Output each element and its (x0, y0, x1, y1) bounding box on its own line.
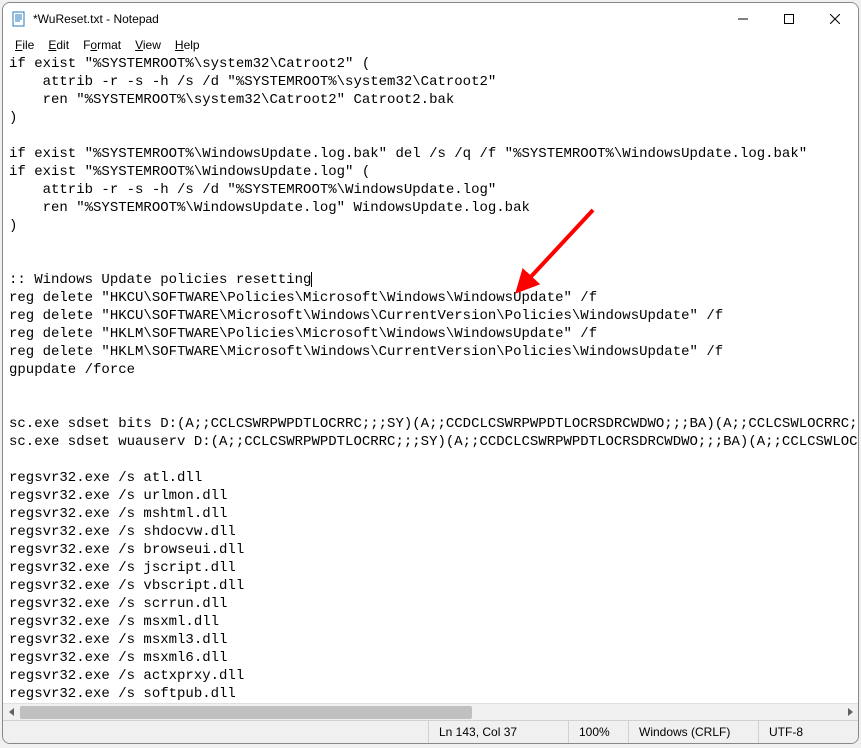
scrollbar-thumb[interactable] (20, 706, 472, 719)
menu-file[interactable]: File (9, 37, 40, 53)
menu-format[interactable]: Format (77, 37, 127, 53)
statusbar: Ln 143, Col 37 100% Windows (CRLF) UTF-8 (3, 720, 858, 743)
minimize-button[interactable] (720, 3, 766, 35)
notepad-window: *WuReset.txt - Notepad File Edit Format … (2, 2, 859, 744)
maximize-button[interactable] (766, 3, 812, 35)
window-title: *WuReset.txt - Notepad (33, 12, 159, 26)
scroll-right-button[interactable] (841, 704, 858, 721)
menu-view[interactable]: View (129, 37, 167, 53)
editor-content[interactable]: if exist "%SYSTEMROOT%\system32\Catroot2… (3, 55, 858, 703)
close-button[interactable] (812, 3, 858, 35)
notepad-icon (11, 11, 27, 27)
window-controls (720, 3, 858, 35)
status-encoding: UTF-8 (758, 721, 858, 743)
scrollbar-track[interactable] (20, 704, 841, 721)
scroll-left-button[interactable] (3, 704, 20, 721)
status-line-ending: Windows (CRLF) (628, 721, 758, 743)
horizontal-scrollbar[interactable] (3, 703, 858, 720)
status-position: Ln 143, Col 37 (428, 721, 568, 743)
menubar: File Edit Format View Help (3, 35, 858, 55)
menu-help[interactable]: Help (169, 37, 206, 53)
menu-edit[interactable]: Edit (42, 37, 75, 53)
status-zoom: 100% (568, 721, 628, 743)
text-editor[interactable]: if exist "%SYSTEMROOT%\system32\Catroot2… (3, 55, 858, 703)
titlebar[interactable]: *WuReset.txt - Notepad (3, 3, 858, 35)
